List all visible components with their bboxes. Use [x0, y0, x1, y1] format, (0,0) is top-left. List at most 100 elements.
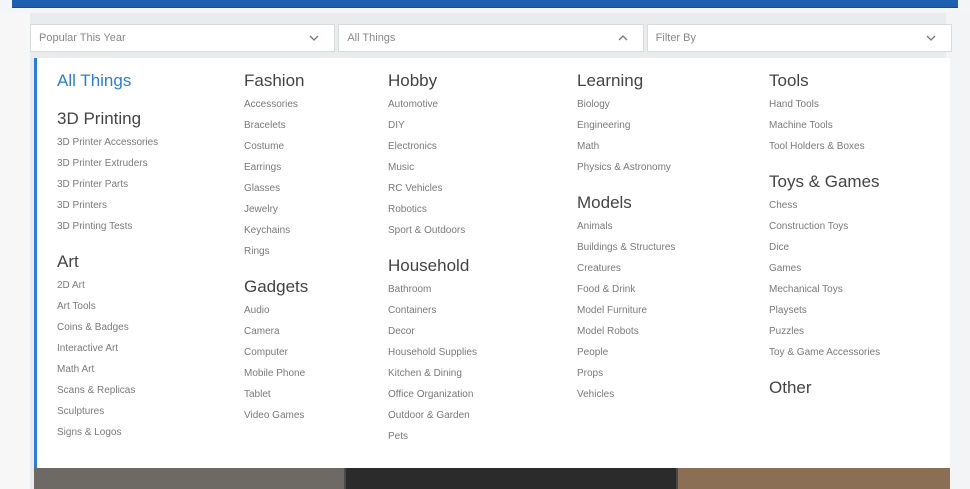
thumbnail-image[interactable] [678, 468, 950, 489]
subcategory-link[interactable]: Model Furniture [577, 300, 675, 321]
subcategory-link[interactable]: Coins & Badges [57, 317, 158, 338]
subcategory-link[interactable]: 3D Printer Parts [57, 174, 158, 195]
subcategory-link[interactable]: Physics & Astronomy [577, 157, 675, 178]
subcategory-link[interactable]: Bathroom [388, 279, 477, 300]
subcategory-link[interactable]: Costume [244, 136, 308, 157]
subcategory-link[interactable]: Office Organization [388, 384, 477, 405]
subcategory-link[interactable]: Accessories [244, 94, 308, 115]
category-heading[interactable]: Fashion [244, 68, 308, 94]
subcategory-link[interactable]: Outdoor & Garden [388, 405, 477, 426]
subcategory-link[interactable]: Engineering [577, 115, 675, 136]
category-heading[interactable]: Toys & Games [769, 169, 880, 195]
subcategory-link[interactable]: Tablet [244, 384, 308, 405]
subcategory-link[interactable]: Jewelry [244, 199, 308, 220]
subcategory-link[interactable]: Household Supplies [388, 342, 477, 363]
subcategory-link[interactable]: Scans & Replicas [57, 380, 158, 401]
category-heading[interactable]: Models [577, 190, 675, 216]
subcategory-link[interactable]: Video Games [244, 405, 308, 426]
subcategory-link[interactable]: RC Vehicles [388, 178, 477, 199]
subcategory-link[interactable]: Camera [244, 321, 308, 342]
subcategory-link[interactable]: 3D Printer Extruders [57, 153, 158, 174]
subcategory-link[interactable]: Music [388, 157, 477, 178]
category-heading[interactable]: Tools [769, 68, 880, 94]
subcategory-link[interactable]: Kitchen & Dining [388, 363, 477, 384]
subcategory-link[interactable]: Automotive [388, 94, 477, 115]
subcategory-link[interactable]: Interactive Art [57, 338, 158, 359]
subcategory-link[interactable]: Dice [769, 237, 880, 258]
chevron-up-icon[interactable] [617, 31, 629, 45]
filter-dropdown[interactable]: Filter By [646, 24, 952, 52]
subcategory-link[interactable]: Hand Tools [769, 94, 880, 115]
top-navigation-bar [0, 0, 970, 13]
subcategory-link[interactable]: Food & Drink [577, 279, 675, 300]
category-heading[interactable]: All Things [57, 68, 158, 94]
subcategory-link[interactable]: Puzzles [769, 321, 880, 342]
subcategory-link[interactable]: Signs & Logos [57, 422, 158, 443]
subcategory-link[interactable]: 3D Printing Tests [57, 216, 158, 237]
subcategory-link[interactable]: Audio [244, 300, 308, 321]
subcategory-link[interactable]: Pets [388, 426, 477, 447]
thumbnail-image[interactable] [346, 468, 676, 489]
subcategory-link[interactable]: People [577, 342, 675, 363]
category-dropdown[interactable]: All Things [338, 24, 644, 52]
filter-row: Popular This Year All Things Filter By [30, 24, 952, 58]
category-heading[interactable]: Art [57, 249, 158, 275]
category-heading[interactable]: Hobby [388, 68, 477, 94]
category-heading[interactable]: Gadgets [244, 274, 308, 300]
subcategory-link[interactable]: Props [577, 363, 675, 384]
subcategory-link[interactable]: Machine Tools [769, 115, 880, 136]
subcategory-link[interactable]: Robotics [388, 199, 477, 220]
chevron-down-icon[interactable] [925, 31, 937, 45]
category-column: All Things 3D Printing 3D Printer Accessor… [57, 68, 158, 443]
subcategory-link[interactable]: Electronics [388, 136, 477, 157]
subcategory-link[interactable]: 2D Art [57, 275, 158, 296]
subcategory-link[interactable]: Earrings [244, 157, 308, 178]
category-heading[interactable]: 3D Printing [57, 106, 158, 132]
subcategory-link[interactable]: Vehicles [577, 384, 675, 405]
category-column: Fashion Accessories Bracelets Costume Earrin… [244, 68, 308, 426]
subcategory-link[interactable]: Games [769, 258, 880, 279]
subcategory-link[interactable]: Bracelets [244, 115, 308, 136]
subcategory-link[interactable]: Construction Toys [769, 216, 880, 237]
subcategory-link[interactable]: Chess [769, 195, 880, 216]
filter-dropdown-value: Filter By [655, 32, 696, 44]
sort-dropdown-value: Popular This Year [39, 32, 126, 44]
subcategory-link[interactable]: 3D Printers [57, 195, 158, 216]
thumbnail-image[interactable] [34, 468, 344, 489]
category-heading[interactable]: Learning [577, 68, 675, 94]
subcategory-link[interactable]: Art Tools [57, 296, 158, 317]
subcategory-link[interactable]: Animals [577, 216, 675, 237]
subcategory-link[interactable]: Buildings & Structures [577, 237, 675, 258]
subcategory-link[interactable]: Toy & Game Accessories [769, 342, 880, 363]
subcategory-link[interactable]: Playsets [769, 300, 880, 321]
subcategory-link[interactable]: Math [577, 136, 675, 157]
subcategory-link[interactable]: DIY [388, 115, 477, 136]
subcategory-link[interactable]: Tool Holders & Boxes [769, 136, 880, 157]
subcategory-link[interactable]: Computer [244, 342, 308, 363]
subcategory-link[interactable]: Math Art [57, 359, 158, 380]
subcategory-link[interactable]: Mechanical Toys [769, 279, 880, 300]
category-heading[interactable]: Other [769, 375, 880, 401]
subcategory-link[interactable]: Containers [388, 300, 477, 321]
subcategory-link[interactable]: Model Robots [577, 321, 675, 342]
subcategory-link[interactable]: Decor [388, 321, 477, 342]
category-heading[interactable]: Household [388, 253, 477, 279]
subcategory-link[interactable]: Sculptures [57, 401, 158, 422]
chevron-down-icon[interactable] [308, 31, 320, 45]
subcategory-link[interactable]: Rings [244, 241, 308, 262]
subcategory-link[interactable]: Keychains [244, 220, 308, 241]
category-column: Hobby Automotive DIY Electronics Music RC Veh… [388, 68, 477, 447]
subcategory-link[interactable]: Glasses [244, 178, 308, 199]
left-page-margin [0, 13, 30, 489]
subcategory-link[interactable]: 3D Printer Accessories [57, 132, 158, 153]
subcategory-link[interactable]: Mobile Phone [244, 363, 308, 384]
subcategory-link[interactable]: Biology [577, 94, 675, 115]
subcategory-link[interactable]: Creatures [577, 258, 675, 279]
sort-dropdown[interactable]: Popular This Year [30, 24, 336, 52]
subcategory-link[interactable]: Sport & Outdoors [388, 220, 477, 241]
